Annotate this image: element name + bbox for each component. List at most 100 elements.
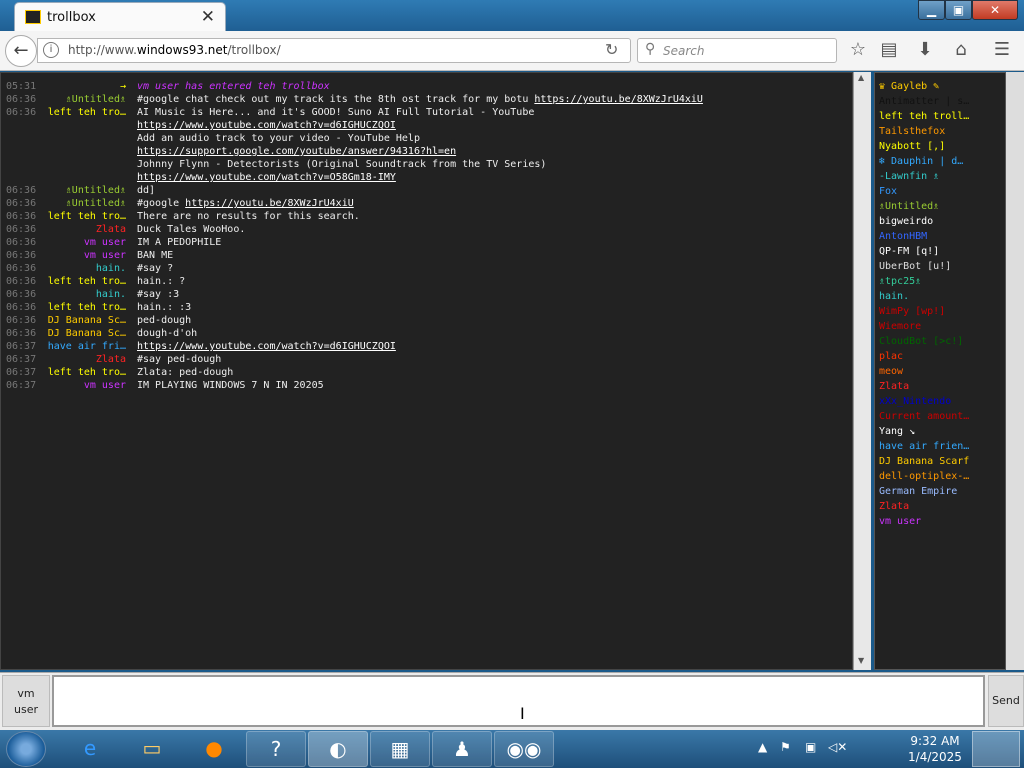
eyes-icon[interactable]: ◉◉ xyxy=(494,731,554,767)
user-list-item[interactable]: DJ Banana Scarf xyxy=(879,454,1003,469)
user-icon[interactable] xyxy=(972,731,1020,767)
message-body: #say ped-dough xyxy=(137,354,222,365)
scroll-up-icon[interactable]: ▲ xyxy=(858,73,864,82)
message-body: #say :3 xyxy=(137,289,180,300)
message-input[interactable] xyxy=(52,675,985,727)
internet-explorer-icon[interactable]: e xyxy=(60,731,120,767)
message-nick[interactable]: Zlata xyxy=(31,223,126,236)
user-list-item[interactable]: xXx_Nintendo xyxy=(879,394,1003,409)
new-tab-icon[interactable] xyxy=(230,7,246,25)
message-link[interactable]: https://support.google.com/youtube/answe… xyxy=(137,146,456,157)
message-nick[interactable]: vm user xyxy=(31,249,126,262)
user-list-item[interactable]: vm user xyxy=(879,514,1003,529)
message-nick[interactable]: left teh tro… xyxy=(31,275,126,288)
user-list-item[interactable]: plac xyxy=(879,349,1003,364)
user-list-item[interactable]: Antimatter | s… xyxy=(879,94,1003,109)
chat-scrollbar[interactable]: ▲ ▼ xyxy=(853,72,871,670)
home-icon[interactable]: ⌂ xyxy=(949,39,973,60)
message-text: BAN ME xyxy=(137,249,173,262)
reload-icon[interactable]: ↻ xyxy=(605,40,618,59)
user-list-item[interactable]: hain. xyxy=(879,289,1003,304)
user-list-item[interactable]: ♛ Gayleb ✎ xyxy=(879,79,1003,94)
user-list-item[interactable]: Fox xyxy=(879,184,1003,199)
close-tab-icon[interactable]: ✕ xyxy=(201,7,215,27)
site-info-icon[interactable]: i xyxy=(43,42,59,58)
firefox-icon[interactable]: ● xyxy=(184,731,244,767)
clock-date: 1/4/2025 xyxy=(908,750,962,764)
user-list-item[interactable]: AntonHBM xyxy=(879,229,1003,244)
message-nick[interactable]: ♗Untitled♗ xyxy=(31,197,126,210)
start-button[interactable] xyxy=(6,731,46,767)
message-nick[interactable]: → xyxy=(31,80,126,93)
message-nick[interactable]: have air fri… xyxy=(31,340,126,353)
user-list-item[interactable]: Nyabott [,] xyxy=(879,139,1003,154)
file-explorer-icon[interactable]: ▭ xyxy=(122,731,182,767)
volume-muted-icon[interactable]: ◁✕ xyxy=(828,740,847,754)
user-list-item[interactable]: ♗tpc25♗ xyxy=(879,274,1003,289)
url-text[interactable]: http://www.windows93.net/trollbox/ xyxy=(68,43,281,57)
minimize-button[interactable]: ▁ xyxy=(918,0,945,20)
downloads-icon[interactable]: ⬇ xyxy=(913,39,937,60)
user-list-item[interactable]: left teh troll… xyxy=(879,109,1003,124)
maximize-button[interactable]: ▣ xyxy=(945,0,972,20)
user-list-item[interactable]: Tailsthefox xyxy=(879,124,1003,139)
message-text: IM A PEDOPHILE xyxy=(137,236,221,249)
message-nick[interactable]: left teh tro… xyxy=(31,366,126,379)
bookmark-star-icon[interactable]: ☆ xyxy=(846,39,870,60)
message-body: #google xyxy=(137,198,186,209)
message-nick[interactable]: left teh tro… xyxy=(31,106,126,119)
message-link[interactable]: https://youtu.be/8XWzJrU4xiU xyxy=(534,94,703,105)
nickname-button[interactable]: vm user xyxy=(2,675,50,727)
close-window-button[interactable]: ✕ xyxy=(972,0,1018,20)
control-panel-icon[interactable]: ▦ xyxy=(370,731,430,767)
app-icon[interactable]: ◐ xyxy=(308,731,368,767)
user-list-item[interactable]: bigweirdo xyxy=(879,214,1003,229)
user-list-item[interactable]: meow xyxy=(879,364,1003,379)
chat-log[interactable]: 05:31 → vm user has entered teh trollbox 06… xyxy=(0,72,853,670)
user-list-item[interactable]: Yang ↘ xyxy=(879,424,1003,439)
user-list-item[interactable]: QP-FM [q!] xyxy=(879,244,1003,259)
help-icon[interactable]: ? xyxy=(246,731,306,767)
message-text: Add an audio track to your video - YouTu… xyxy=(137,132,420,145)
user-list-item[interactable]: Current amount… xyxy=(879,409,1003,424)
scroll-down-icon[interactable]: ▼ xyxy=(858,656,864,665)
message-link[interactable]: https://www.youtube.com/watch?v=d6IGHUCZ… xyxy=(137,341,396,352)
network-icon[interactable]: ▣ xyxy=(805,740,816,754)
message-link[interactable]: https://www.youtube.com/watch?v=O58Gm18-… xyxy=(137,172,396,183)
message-nick[interactable]: DJ Banana Sc… xyxy=(31,314,126,327)
message-nick[interactable]: vm user xyxy=(31,236,126,249)
user-list-item[interactable]: ❄ Dauphin | d… xyxy=(879,154,1003,169)
user-list-item[interactable]: German Empire xyxy=(879,484,1003,499)
chess-icon[interactable]: ♟ xyxy=(432,731,492,767)
tab-trollbox[interactable]: trollbox ✕ xyxy=(14,2,226,31)
back-button[interactable]: ← xyxy=(5,35,37,67)
user-list-item[interactable]: WimPy [wp!] xyxy=(879,304,1003,319)
message-nick[interactable]: hain. xyxy=(31,288,126,301)
message-nick[interactable]: left teh tro… xyxy=(31,210,126,223)
user-list-item[interactable]: CloudBot [>c!] xyxy=(879,334,1003,349)
message-nick[interactable]: left teh tro… xyxy=(31,301,126,314)
message-nick[interactable]: hain. xyxy=(31,262,126,275)
reading-list-icon[interactable]: ▤ xyxy=(877,39,901,60)
menu-icon[interactable]: ☰ xyxy=(990,39,1014,60)
user-list-item[interactable]: -Lawnfin ♗ xyxy=(879,169,1003,184)
action-center-flag-icon[interactable]: ⚑ xyxy=(780,740,791,754)
send-button[interactable]: Send xyxy=(988,675,1024,727)
user-list-item[interactable]: dell-optiplex-… xyxy=(879,469,1003,484)
message-nick[interactable]: ♗Untitled♗ xyxy=(31,93,126,106)
user-list-item[interactable]: Zlata xyxy=(879,499,1003,514)
message-nick[interactable]: DJ Banana Sc… xyxy=(31,327,126,340)
message-nick[interactable]: ♗Untitled♗ xyxy=(31,184,126,197)
user-list-item[interactable]: ♗Untitled♗ xyxy=(879,199,1003,214)
page-scrollbar[interactable] xyxy=(1006,72,1024,670)
message-link[interactable]: https://youtu.be/8XWzJrU4xiU xyxy=(185,198,354,209)
user-list-item[interactable]: Wiemore xyxy=(879,319,1003,334)
user-list-item[interactable]: Zlata xyxy=(879,379,1003,394)
message-nick[interactable]: vm user xyxy=(31,379,126,392)
message-link[interactable]: https://www.youtube.com/watch?v=d6IGHUCZ… xyxy=(137,120,396,131)
show-hidden-icons-icon[interactable]: ▲ xyxy=(758,740,767,754)
user-list-item[interactable]: UberBot [u!] xyxy=(879,259,1003,274)
message-nick[interactable]: Zlata xyxy=(31,353,126,366)
taskbar-clock[interactable]: 9:32 AM 1/4/2025 xyxy=(900,733,970,765)
user-list-item[interactable]: have air frien… xyxy=(879,439,1003,454)
